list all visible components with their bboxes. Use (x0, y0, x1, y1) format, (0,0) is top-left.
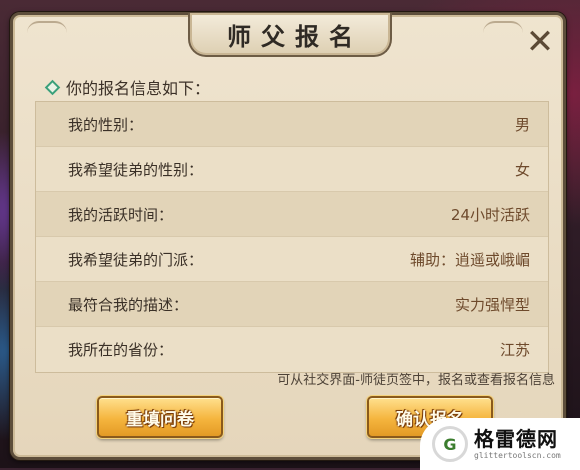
hint-text: 可从社交界面-师徒页签中，报名或查看报名信息 (277, 373, 555, 388)
row-label: 我希望徒弟的门派： (68, 250, 204, 269)
row-value: 实力强悍型 (454, 295, 530, 314)
table-row: 我希望徒弟的性别： 女 (36, 147, 548, 192)
table-row: 最符合我的描述： 实力强悍型 (36, 282, 548, 327)
watermark-url: glittertoolscn.com (474, 450, 561, 460)
close-icon[interactable]: ✕ (523, 25, 557, 59)
refill-questionnaire-button[interactable]: 重填问卷 (97, 396, 223, 438)
row-value: 男 (514, 115, 530, 134)
info-header-text: 你的报名信息如下： (66, 79, 211, 98)
watermark-text: 格雷德网 glittertoolscn.com (474, 429, 561, 460)
row-label: 我的性别： (68, 115, 144, 134)
mentor-signup-dialog: 师父报名 ✕ 你的报名信息如下： 我的性别： 男 我希望徒弟的性别： 女 我的活… (10, 12, 566, 460)
diamond-icon (44, 79, 61, 95)
site-watermark: G 格雷德网 glittertoolscn.com (420, 418, 580, 470)
info-header: 你的报名信息如下： (44, 75, 211, 99)
row-label: 最符合我的描述： (68, 295, 189, 314)
title-plate: 师父报名 (188, 13, 392, 57)
table-row: 我的活跃时间： 24小时活跃 (36, 192, 548, 237)
watermark-logo-icon: G (432, 426, 468, 462)
row-label: 我所在的省份： (68, 341, 174, 359)
corner-ornament-left (27, 21, 67, 45)
row-value: 女 (514, 160, 530, 179)
dialog-title: 师父报名 (227, 21, 363, 51)
signup-info-table: 我的性别： 男 我希望徒弟的性别： 女 我的活跃时间： 24小时活跃 我希望徒弟… (35, 101, 549, 373)
row-value: 24小时活跃 (450, 205, 530, 224)
watermark-title: 格雷德网 (474, 426, 558, 451)
table-row: 我的性别： 男 (36, 102, 548, 147)
table-row: 我希望徒弟的门派： 辅助：逍遥或峨嵋 (36, 237, 548, 282)
row-value: 辅助：逍遥或峨嵋 (409, 250, 530, 269)
row-value: 江苏 (499, 341, 530, 359)
corner-ornament-right (483, 21, 523, 45)
table-row: 我所在的省份： 江苏 (36, 327, 548, 372)
row-label: 我的活跃时间： (68, 205, 174, 224)
row-label: 我希望徒弟的性别： (68, 160, 204, 179)
